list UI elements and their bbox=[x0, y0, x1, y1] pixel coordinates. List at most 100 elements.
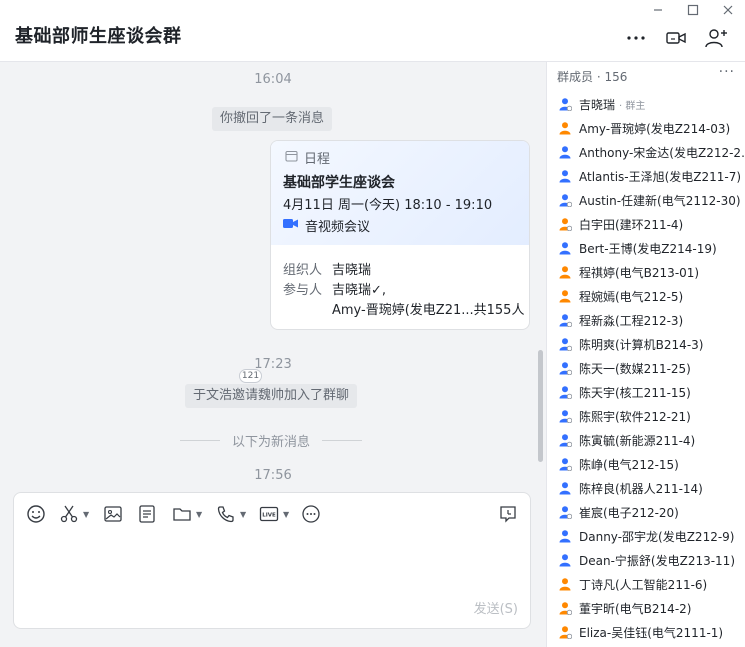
phone-icon[interactable]: ▼ bbox=[216, 503, 246, 525]
member-item[interactable]: 吉晓瑞 · 群主 bbox=[547, 92, 745, 116]
user-icon bbox=[559, 482, 571, 495]
member-item[interactable]: 白宇田(建环211-4) bbox=[547, 212, 745, 236]
member-item[interactable]: 陈天一(数媒211-25) bbox=[547, 356, 745, 380]
member-item[interactable]: 程祺婷(电气B213-01) bbox=[547, 260, 745, 284]
organizer-name: 吉晓瑞 bbox=[332, 263, 372, 278]
message-composer[interactable]: ▼ ▼ ▼ LIVE ▼ 发送(S) bbox=[13, 492, 531, 629]
user-icon bbox=[559, 314, 572, 327]
user-icon bbox=[559, 290, 571, 303]
attendee-more: Amy-晋琬婷(发电Z21...共155人 bbox=[332, 303, 525, 318]
user-icon bbox=[559, 506, 572, 519]
member-item[interactable]: Atlantis-王泽旭(发电Z211-7) bbox=[547, 164, 745, 188]
user-icon bbox=[559, 602, 572, 615]
more-options-icon[interactable] bbox=[625, 28, 647, 48]
chevron-down-icon[interactable]: ▼ bbox=[240, 510, 246, 519]
document-icon[interactable] bbox=[137, 503, 157, 525]
user-icon bbox=[559, 578, 571, 591]
minimize-icon[interactable] bbox=[647, 2, 669, 18]
send-button[interactable]: 发送(S) bbox=[474, 598, 518, 617]
member-item[interactable]: Danny-邵宇龙(发电Z212-9) bbox=[547, 524, 745, 548]
member-name: Austin-任建新(电气2112-30) bbox=[579, 193, 741, 208]
meeting-link[interactable]: 音视频会议 bbox=[283, 216, 370, 235]
image-icon[interactable] bbox=[103, 503, 123, 525]
schedule-tag: 日程 bbox=[285, 148, 330, 167]
schedule-tag-label: 日程 bbox=[304, 152, 331, 167]
calendar-icon bbox=[285, 150, 298, 166]
member-name: 陈明爽(计算机B214-3) bbox=[579, 337, 704, 352]
schedule-card[interactable]: 日程 基础部学生座谈会 4月11日 周一(今天) 18:10 - 19:10 音… bbox=[270, 140, 530, 330]
member-item[interactable]: 陈峥(电气212-15) bbox=[547, 452, 745, 476]
member-item[interactable]: 董宇昕(电气B214-2) bbox=[547, 596, 745, 620]
member-item[interactable]: Bert-王博(发电Z214-19) bbox=[547, 236, 745, 260]
meeting-label: 音视频会议 bbox=[305, 220, 371, 235]
more-tools-icon[interactable] bbox=[301, 503, 321, 525]
member-name: 陈熙宇(软件212-21) bbox=[579, 409, 691, 424]
user-icon bbox=[559, 530, 571, 543]
member-name: 程新淼(工程212-3) bbox=[579, 313, 684, 328]
member-item[interactable]: Austin-任建新(电气2112-30) bbox=[547, 188, 745, 212]
chevron-down-icon[interactable]: ▼ bbox=[196, 510, 202, 519]
user-icon bbox=[559, 386, 572, 399]
schedule-title: 基础部学生座谈会 bbox=[283, 175, 395, 191]
attendee-row: 参与人 吉晓瑞✓, bbox=[283, 279, 386, 298]
member-name: 陈天宇(核工211-15) bbox=[579, 385, 691, 400]
new-messages-label: 以下为新消息 bbox=[232, 434, 311, 450]
member-item[interactable]: 丁诗凡(人工智能211-6) bbox=[547, 572, 745, 596]
member-name: 陈天一(数媒211-25) bbox=[579, 361, 691, 376]
member-item[interactable]: Dean-宁振舒(发电Z213-11) bbox=[547, 548, 745, 572]
member-role: · 群主 bbox=[619, 100, 646, 112]
schedule-card-header: 日程 基础部学生座谈会 4月11日 周一(今天) 18:10 - 19:10 音… bbox=[271, 141, 529, 245]
user-icon bbox=[559, 434, 572, 447]
member-name: Danny-邵宇龙(发电Z212-9) bbox=[579, 529, 735, 544]
close-icon[interactable] bbox=[717, 2, 739, 18]
member-name: 崔宸(电子212-20) bbox=[579, 505, 679, 520]
timestamp: 16:04 bbox=[254, 72, 292, 87]
member-item[interactable]: 陈梓良(机器人211-14) bbox=[547, 476, 745, 500]
member-name: Amy-晋琬婷(发电Z214-03) bbox=[579, 121, 731, 136]
user-icon bbox=[559, 146, 571, 159]
member-item[interactable]: 陈天宇(核工211-15) bbox=[547, 380, 745, 404]
chat-title: 基础部师生座谈会群 bbox=[15, 26, 182, 47]
member-item[interactable]: 程新淼(工程212-3) bbox=[547, 308, 745, 332]
chevron-down-icon[interactable]: ▼ bbox=[83, 510, 89, 519]
member-item[interactable]: 崔宸(电子212-20) bbox=[547, 500, 745, 524]
video-call-icon[interactable] bbox=[665, 28, 687, 48]
member-item[interactable]: Anthony-宋金达(发电Z212-2... bbox=[547, 140, 745, 164]
member-name: Anthony-宋金达(发电Z212-2... bbox=[579, 145, 745, 160]
live-icon[interactable]: LIVE ▼ bbox=[259, 503, 289, 525]
chat-scrollbar[interactable] bbox=[538, 350, 543, 462]
schedule-datetime: 4月11日 周一(今天) 18:10 - 19:10 bbox=[283, 198, 493, 213]
add-member-icon[interactable] bbox=[705, 28, 727, 48]
expand-editor-icon[interactable] bbox=[498, 503, 518, 525]
organizer-label: 组织人 bbox=[283, 263, 323, 278]
member-item[interactable]: 陈熙宇(软件212-21) bbox=[547, 404, 745, 428]
maximize-icon[interactable] bbox=[682, 2, 704, 18]
member-name: 白宇田(建环211-4) bbox=[579, 217, 684, 232]
emoji-icon[interactable] bbox=[26, 503, 46, 525]
member-name: Atlantis-王泽旭(发电Z211-7) bbox=[579, 169, 742, 184]
member-item[interactable]: 陈明爽(计算机B214-3) bbox=[547, 332, 745, 356]
member-count: 群成员 · 156 bbox=[557, 70, 628, 84]
timestamp: 17:56 bbox=[254, 468, 292, 483]
user-icon bbox=[559, 98, 572, 111]
sidebar-more-icon[interactable]: ··· bbox=[719, 64, 735, 80]
member-item[interactable]: Eliza-吴佳钰(电气2111-1) bbox=[547, 620, 745, 644]
chevron-down-icon[interactable]: ▼ bbox=[283, 510, 289, 519]
invite-notice: 于文浩邀请魏帅加入了群聊 bbox=[185, 384, 358, 408]
member-item[interactable]: 陈寅毓(新能源211-4) bbox=[547, 428, 745, 452]
new-messages-divider: 以下为新消息 bbox=[180, 432, 363, 450]
video-meeting-icon bbox=[283, 218, 299, 233]
member-name: Eliza-吴佳钰(电气2111-1) bbox=[579, 625, 724, 640]
member-sidebar: 群成员 · 156 ··· 吉晓瑞 · 群主 Amy-晋琬婷(发电Z214-03) A… bbox=[546, 62, 745, 647]
recall-notice: 你撤回了一条消息 bbox=[212, 107, 333, 131]
member-name: 吉晓瑞 bbox=[579, 97, 616, 112]
attendee-label: 参与人 bbox=[283, 283, 323, 298]
user-icon bbox=[559, 122, 571, 135]
user-icon bbox=[559, 218, 572, 231]
screenshot-icon[interactable]: ▼ bbox=[59, 503, 89, 525]
member-item[interactable]: Amy-晋琬婷(发电Z214-03) bbox=[547, 116, 745, 140]
folder-icon[interactable]: ▼ bbox=[172, 503, 202, 525]
member-item[interactable]: 程婉嫣(电气212-5) bbox=[547, 284, 745, 308]
member-name: Dean-宁振舒(发电Z213-11) bbox=[579, 553, 736, 568]
member-name: 程祺婷(电气B213-01) bbox=[579, 265, 700, 280]
